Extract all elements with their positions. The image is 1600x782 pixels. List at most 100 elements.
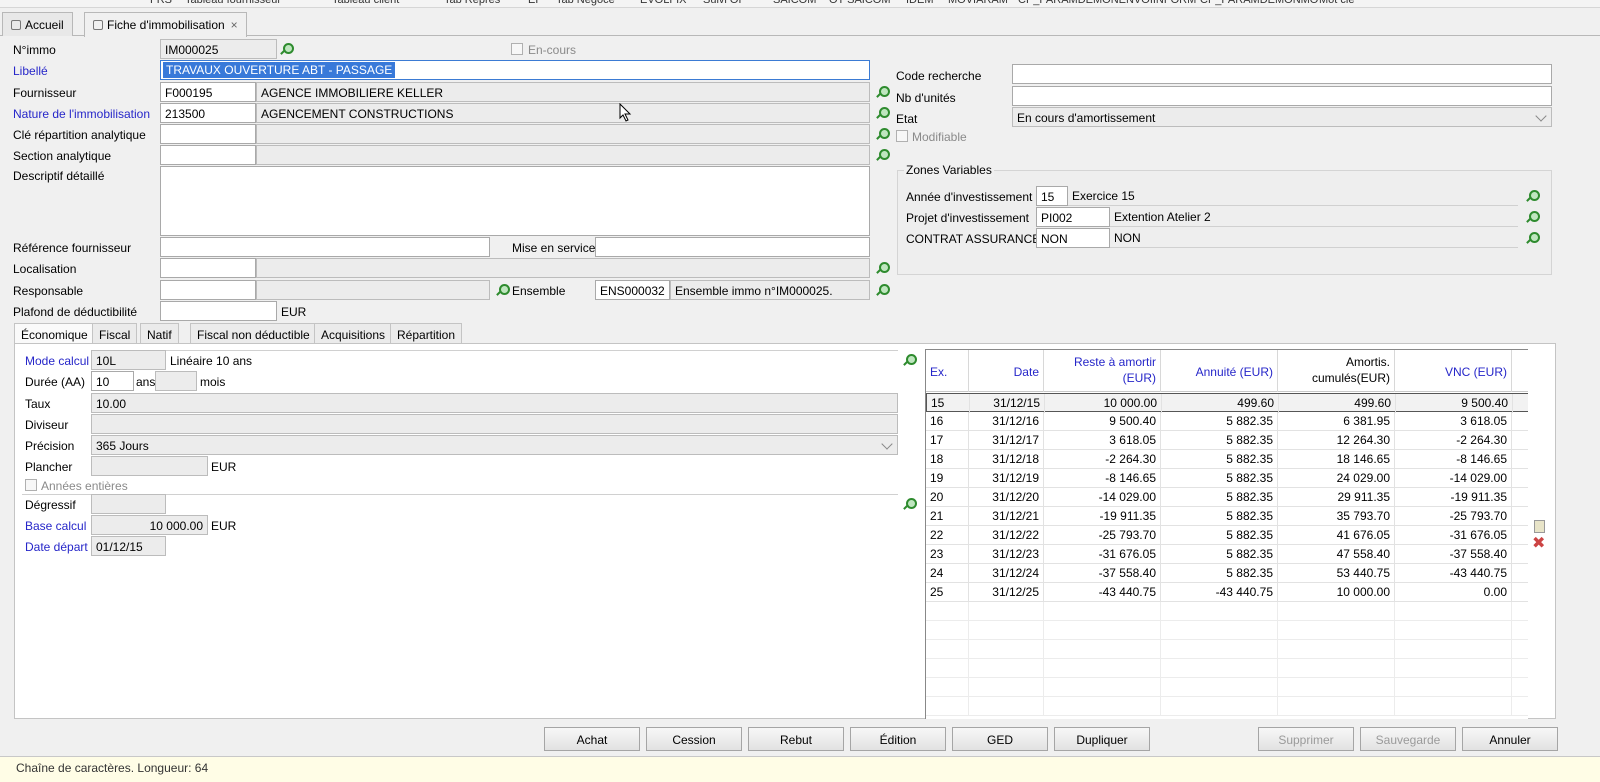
- toolbar-item[interactable]: MOVIARAM: [948, 0, 1008, 6]
- delete-icon[interactable]: ✖: [1532, 536, 1545, 552]
- subtab-fiscal[interactable]: Fiscal: [92, 323, 138, 344]
- zone-projet-code[interactable]: PI002: [1036, 207, 1110, 227]
- nb-unites-field[interactable]: [1012, 86, 1552, 106]
- toolbar-item[interactable]: Tableau fournisseur: [185, 0, 281, 6]
- duree-field[interactable]: 10: [91, 371, 134, 391]
- numimmo-field[interactable]: IM000025: [160, 39, 277, 59]
- descriptif-textarea[interactable]: [160, 166, 870, 236]
- search-annee-icon[interactable]: [1526, 190, 1540, 202]
- annuler-button[interactable]: Annuler: [1462, 727, 1558, 751]
- table-row[interactable]: 17 31/12/17 3 618.05 5 882.35 12 264.30 -2 26…: [926, 431, 1528, 450]
- table-row[interactable]: 19 31/12/19 -8 146.65 5 882.35 24 029.00 -14 …: [926, 469, 1528, 488]
- search-nature-icon[interactable]: [876, 107, 890, 119]
- plafond-field[interactable]: [160, 301, 277, 321]
- toolbar-item[interactable]: CP_PARAMDEMONENVOIINFORM: [1018, 0, 1196, 6]
- encours-checkbox[interactable]: [511, 43, 523, 55]
- rebut-button[interactable]: Rebut: [748, 727, 844, 751]
- toolbar-item[interactable]: Tableau client: [332, 0, 399, 6]
- ensemble-code-field[interactable]: ENS000032: [595, 280, 670, 300]
- search-degressif-icon[interactable]: [903, 498, 917, 510]
- degressif-field[interactable]: [91, 494, 166, 514]
- table-row[interactable]: 15 31/12/15 10 000.00 499.60 499.60 9 500.40: [926, 393, 1528, 413]
- col-ex[interactable]: Ex.: [926, 350, 969, 392]
- subtab-acquisitions[interactable]: Acquisitions: [314, 323, 393, 344]
- search-fournisseur-icon[interactable]: [876, 86, 890, 98]
- annees-entieres-checkbox[interactable]: [25, 479, 37, 491]
- clipboard-icon[interactable]: [1534, 520, 1545, 533]
- search-projet-icon[interactable]: [1526, 211, 1540, 223]
- subtab-repartition[interactable]: Répartition: [390, 323, 463, 344]
- nature-code-field[interactable]: 213500: [160, 103, 256, 123]
- taux-field[interactable]: 10.00: [91, 393, 898, 413]
- mise-service-label: Mise en service: [512, 241, 596, 255]
- table-row[interactable]: 18 31/12/18 -2 264.30 5 882.35 18 146.65 -8 1…: [926, 450, 1528, 469]
- toolbar-item[interactable]: EF: [528, 0, 542, 6]
- zone-annee-code[interactable]: 15: [1036, 186, 1068, 206]
- section-analytique-field[interactable]: [160, 145, 256, 165]
- cell-reste: -25 793.70: [1044, 526, 1161, 545]
- libelle-input[interactable]: TRAVAUX OUVERTURE ABT - PASSAGE: [160, 60, 870, 80]
- edition-button[interactable]: Édition: [850, 727, 946, 751]
- cession-button[interactable]: Cession: [646, 727, 742, 751]
- table-row[interactable]: 22 31/12/22 -25 793.70 5 882.35 41 676.05 -31…: [926, 526, 1528, 545]
- toolbar-item[interactable]: OT SAICOM: [829, 0, 891, 6]
- dupliquer-button[interactable]: Dupliquer: [1054, 727, 1150, 751]
- toolbar-item[interactable]: Tab Repres: [444, 0, 500, 6]
- search-numimmo-icon[interactable]: [280, 43, 294, 55]
- responsable-field[interactable]: [160, 280, 256, 300]
- date-depart-field[interactable]: 01/12/15: [91, 536, 166, 556]
- mode-calcul-code[interactable]: 10L: [91, 350, 166, 370]
- table-row[interactable]: 23 31/12/23 -31 676.05 5 882.35 47 558.40 -37…: [926, 545, 1528, 564]
- subtab-natif[interactable]: Natif: [140, 323, 179, 344]
- diviseur-field[interactable]: [91, 414, 898, 434]
- search-responsable-icon[interactable]: [496, 284, 510, 296]
- toolbar-item[interactable]: SAICOM: [773, 0, 816, 6]
- search-cle-icon[interactable]: [876, 128, 890, 140]
- table-row[interactable]: 25 31/12/25 -43 440.75 -43 440.75 10 000.00 0…: [926, 583, 1528, 602]
- toolbar-item[interactable]: CP_PARAMDEMONMO: [1200, 0, 1318, 6]
- search-localisation-icon[interactable]: [876, 262, 890, 274]
- zone-contrat-code[interactable]: NON: [1036, 228, 1110, 248]
- col-reste[interactable]: Reste à amortir (EUR): [1044, 350, 1161, 392]
- supprimer-button[interactable]: Supprimer: [1258, 727, 1354, 751]
- col-vnc[interactable]: VNC (EUR): [1395, 350, 1512, 392]
- col-annuite[interactable]: Annuité (EUR): [1161, 350, 1278, 392]
- modifiable-checkbox[interactable]: [896, 130, 908, 142]
- toolbar-item[interactable]: Mot clé: [1319, 0, 1354, 6]
- fournisseur-code-field[interactable]: F000195: [160, 82, 256, 102]
- localisation-field[interactable]: [160, 258, 256, 278]
- etat-select[interactable]: En cours d'amortissement: [1012, 107, 1552, 127]
- table-row[interactable]: 24 31/12/24 -37 558.40 5 882.35 53 440.75 -43…: [926, 564, 1528, 583]
- cle-repartition-field[interactable]: [160, 124, 256, 144]
- status-bar: Chaîne de caractères. Longueur: 64: [0, 756, 1600, 782]
- search-ensemble-icon[interactable]: [876, 284, 890, 296]
- table-row[interactable]: 16 31/12/16 9 500.40 5 882.35 6 381.95 3 618.…: [926, 412, 1528, 431]
- col-amortis[interactable]: Amortis. cumulés(EUR): [1278, 350, 1395, 392]
- search-contrat-icon[interactable]: [1526, 232, 1540, 244]
- search-mode-calcul-icon[interactable]: [903, 354, 917, 366]
- precision-select[interactable]: 365 Jours: [91, 435, 898, 455]
- tab-fiche-immobilisation[interactable]: Fiche d'immobilisation ×: [84, 12, 247, 37]
- mois-field[interactable]: [155, 371, 197, 391]
- close-tab-icon[interactable]: ×: [231, 18, 238, 32]
- toolbar-item[interactable]: Suivi OF: [703, 0, 745, 6]
- plancher-field[interactable]: [91, 456, 208, 476]
- mise-service-field[interactable]: [595, 237, 870, 257]
- code-recherche-field[interactable]: [1012, 64, 1552, 84]
- subtab-economique[interactable]: Économique: [14, 323, 95, 345]
- table-row[interactable]: 20 31/12/20 -14 029.00 5 882.35 29 911.35 -19…: [926, 488, 1528, 507]
- toolbar-item[interactable]: IDEM: [906, 0, 934, 6]
- achat-button[interactable]: Achat: [544, 727, 640, 751]
- ged-button[interactable]: GED: [952, 727, 1048, 751]
- toolbar-item[interactable]: Tab Negoce: [556, 0, 615, 6]
- col-date[interactable]: Date: [969, 350, 1044, 392]
- toolbar-item[interactable]: FRS: [150, 0, 172, 6]
- toolbar-item[interactable]: EVOLFIX: [640, 0, 686, 6]
- search-section-icon[interactable]: [876, 149, 890, 161]
- table-row[interactable]: 21 31/12/21 -19 911.35 5 882.35 35 793.70 -25…: [926, 507, 1528, 526]
- base-calcul-field[interactable]: 10 000.00: [91, 515, 208, 535]
- subtab-fiscal-non-deductible[interactable]: Fiscal non déductible: [190, 323, 317, 344]
- ref-fournisseur-field[interactable]: [160, 237, 490, 257]
- tab-accueil[interactable]: Accueil: [2, 12, 73, 36]
- sauvegarde-button[interactable]: Sauvegarde: [1360, 727, 1456, 751]
